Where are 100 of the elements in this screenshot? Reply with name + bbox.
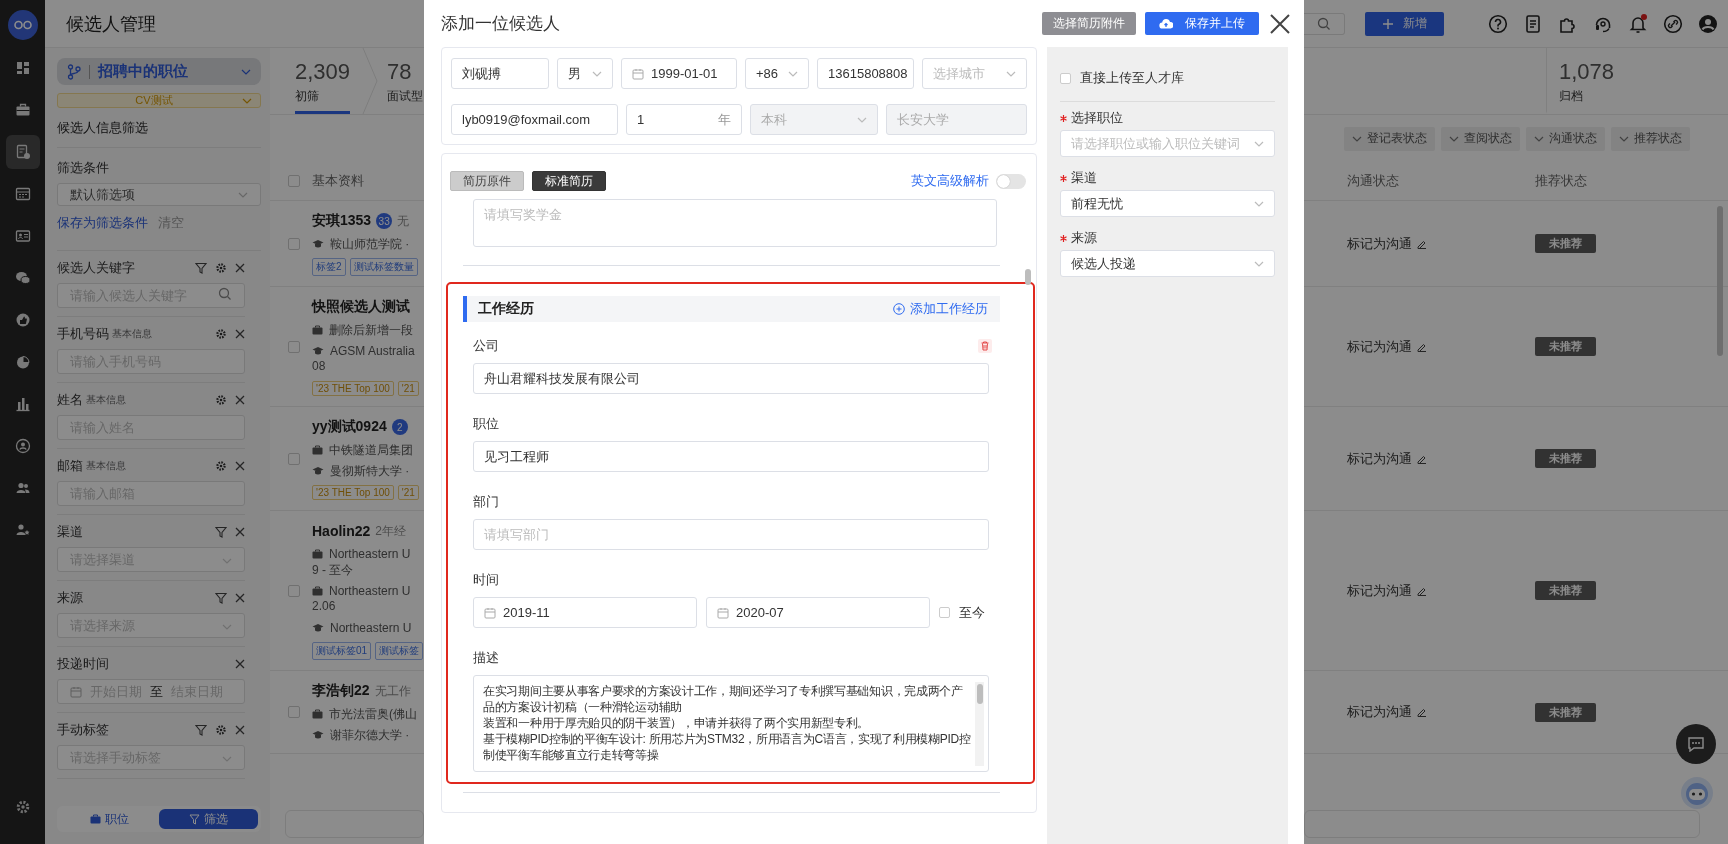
chevron-down-icon [592,70,602,77]
new-button[interactable]: 新增 [1365,11,1444,36]
gear-icon[interactable] [215,328,227,340]
section-header: 工作经历 添加工作经历 [463,296,1000,322]
checkbox[interactable] [288,175,300,187]
status-filter-button[interactable]: 查阅状态 [1441,126,1520,151]
status-badge: 未推荐 [1535,449,1596,468]
funnel-icon[interactable] [215,592,227,604]
mark-contacted-link[interactable]: 标记为沟通 [1347,581,1427,600]
text-field[interactable]: 见习工程师 [473,441,989,472]
scrollbar[interactable] [1025,269,1031,285]
close-icon[interactable] [235,395,245,405]
date-field[interactable]: 1999-01-01 [621,58,737,89]
nav-button[interactable] [5,135,40,169]
number-field[interactable]: 1 年 [626,104,742,135]
textarea-field[interactable]: 在实习期间主要从事客户要求的方案设计工作，期间还学习了专利撰写基础知识，完成两个产品的方案设计初稿（一种滑轮运动辅助 装置和一种用于厚壳贻贝的阴干装置），申请并获得了两个实用新型专利。 基于模糊PID控制的平衡车设计: 所用芯片为STM32，所用语言为C语言，实现了利用模糊PID控制使平衡车能够直立行走转弯等操 [473,675,989,772]
tab[interactable]: 简历原件 [450,171,524,191]
filter-label: 投递时间 [57,655,109,673]
date-field[interactable]: 2020-07 [706,597,930,628]
search-icon [218,287,232,301]
select-field[interactable]: +86 [745,58,809,89]
candidate-name[interactable]: 快照候选人测试 [312,298,410,316]
status-filter-button[interactable]: 沟通状态 [1526,126,1605,151]
save-upload-button[interactable]: 保存并上传 [1145,12,1259,35]
text-field[interactable]: 舟山君耀科技发展有限公司 [473,363,989,394]
text-field[interactable]: 13615808808 [817,58,914,89]
gear-icon[interactable] [215,394,227,406]
chat-button[interactable] [1676,724,1716,764]
funnel-icon[interactable] [195,724,207,736]
candidate-name[interactable]: yy测试0924 [312,418,387,436]
chevron-down-icon [222,558,232,564]
mark-contacted-link[interactable]: 标记为沟通 [1347,337,1427,356]
text-field[interactable]: lyb0919@foxmail.com [451,104,618,135]
stage-tab[interactable]: 1,078 归档 [1546,48,1615,114]
plus-circle-icon [893,303,905,315]
text-field[interactable]: 刘砚搏 [451,58,549,89]
toggle-switch[interactable] [996,173,1026,189]
funnel-icon[interactable] [215,526,227,538]
candidate-name[interactable]: 李浩钊22 [312,682,370,700]
info-text: 中铁隧道局集团 [329,441,413,459]
add-experience-link[interactable]: 添加工作经历 [893,300,988,318]
help-icon[interactable] [1488,13,1508,34]
info-text: 删除后新增一段 [329,321,413,339]
user-avatar-icon[interactable] [1698,13,1718,34]
funnel-icon[interactable] [195,262,207,274]
gear-icon[interactable] [215,262,227,274]
parse-link[interactable]: 英文高级解析 [911,172,989,190]
user-circle-icon [14,438,31,454]
settings-icon[interactable] [14,799,31,815]
save-filter-link[interactable]: 保存为筛选条件 [57,215,148,230]
stage-tab[interactable]: 78 面试型 [387,48,424,114]
section-title: 候选人信息筛选 [57,120,261,148]
date-field[interactable]: 2019-11 [473,597,697,628]
briefcase-icon [90,814,101,824]
status-filter-button[interactable]: 推荐状态 [1611,126,1690,151]
chevron-down-icon [1352,135,1362,142]
checkbox[interactable] [288,584,300,597]
checkbox[interactable] [288,340,300,353]
status-filter-button[interactable]: 登记表状态 [1344,126,1435,151]
close-icon[interactable] [235,263,245,273]
select-field[interactable]: 候选人投递 [1060,250,1275,277]
close-icon[interactable] [235,461,245,471]
mark-contacted-link[interactable]: 标记为沟通 [1347,234,1427,253]
link-icon[interactable] [1663,13,1683,34]
document-icon[interactable] [1523,13,1543,34]
checkbox[interactable] [288,706,300,718]
select-field[interactable]: 男 [557,58,613,89]
close-icon[interactable] [235,527,245,537]
close-icon[interactable] [235,329,245,339]
candidate-name[interactable]: Haolin22 [312,523,371,539]
stage-tab[interactable]: 2,309 初筛 [295,48,351,114]
mark-contacted-link[interactable]: 标记为沟通 [1347,449,1427,468]
logo-icon[interactable] [7,10,38,40]
checkbox[interactable] [939,607,950,618]
close-icon[interactable] [235,725,245,735]
checkbox[interactable] [288,237,300,250]
gear-icon[interactable] [215,460,227,472]
candidate-name[interactable]: 安琪1353 [312,212,372,230]
tab[interactable]: 标准简历 [532,171,606,191]
tab[interactable]: 职位 [60,809,159,829]
tab[interactable]: 筛选 [159,809,258,829]
checkbox[interactable] [1060,72,1071,84]
close-icon[interactable] [235,593,245,603]
tag: '21 [397,381,419,396]
attach-resume-button[interactable]: 选择简历附件 [1042,12,1136,35]
field-label: 筛选条件 [57,160,110,175]
mark-contacted-link[interactable]: 标记为沟通 [1347,703,1427,721]
info-text: 2.06 [312,599,336,613]
select-field[interactable]: 默认筛选项 [57,183,261,206]
scrollbar[interactable] [1717,206,1723,356]
close-icon[interactable] [1270,13,1290,34]
job-selector[interactable]: 招聘中的职位 [57,58,261,85]
tag: 标签2 [312,258,346,276]
info-text: 08 [312,359,326,373]
close-icon[interactable] [235,659,245,669]
scrollbar[interactable] [975,682,984,766]
select-field[interactable]: 前程无忧 [1060,190,1275,217]
checkbox[interactable] [288,452,300,465]
gear-icon[interactable] [215,724,227,736]
trash-icon[interactable] [978,339,992,353]
